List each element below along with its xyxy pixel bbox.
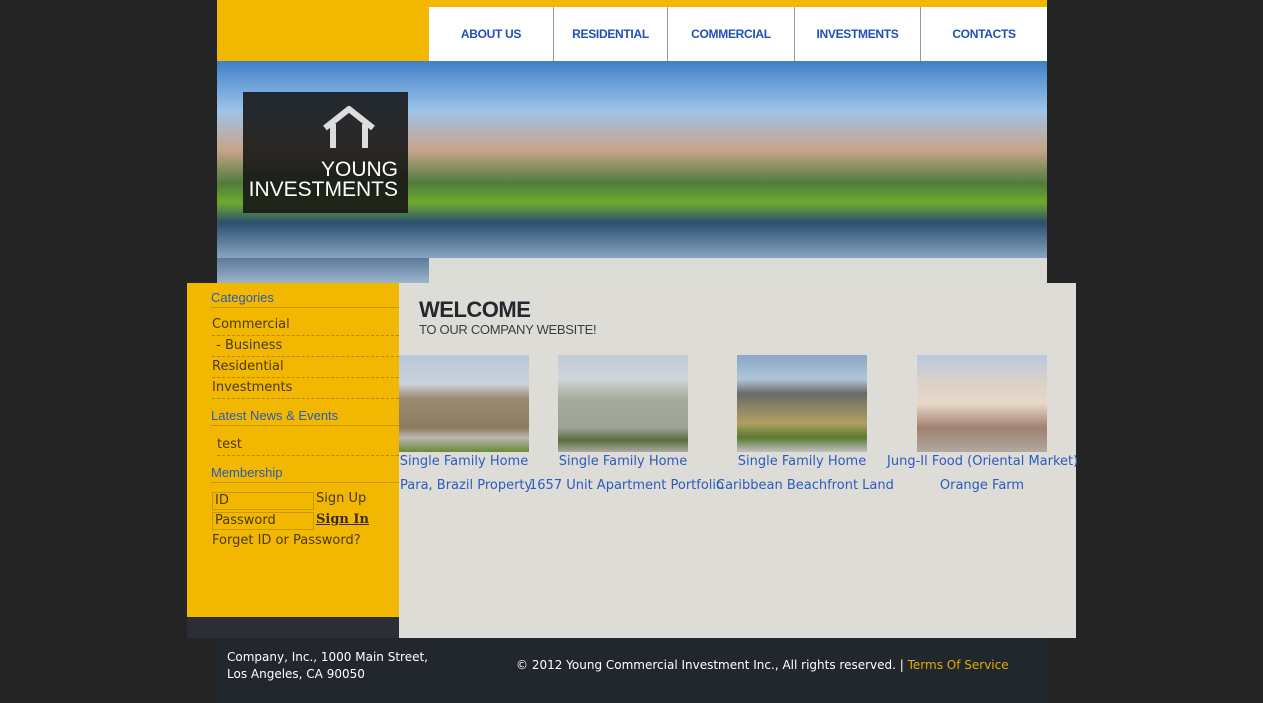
page: ABOUT US RESIDENTIAL COMMERCIAL INVESTME… (0, 0, 1263, 703)
listing-link[interactable]: Caribbean Beachfront Land (716, 478, 894, 493)
password-input[interactable]: Password (212, 512, 314, 530)
sidebar-footer (187, 617, 399, 638)
membership-heading: Membership (211, 465, 399, 483)
id-input[interactable]: ID (212, 492, 314, 510)
listing-photo[interactable] (737, 355, 867, 452)
nav-investments[interactable]: INVESTMENTS (795, 7, 921, 61)
category-residential[interactable]: Residential (212, 357, 399, 378)
nav-about-us[interactable]: ABOUT US (429, 7, 554, 61)
address-line-2: Los Angeles, CA 90050 (227, 667, 365, 681)
sign-in-button[interactable]: Sign In (316, 512, 369, 527)
nav-commercial[interactable]: COMMERCIAL (668, 7, 795, 61)
listing-link[interactable]: Jung-Il Food (Oriental Market) (887, 454, 1078, 469)
listing-link[interactable]: Single Family Home (399, 454, 529, 469)
listing-link[interactable]: Single Family Home (558, 454, 688, 469)
nav-contacts[interactable]: CONTACTS (921, 7, 1047, 61)
listing-photo[interactable] (399, 355, 529, 452)
forgot-password-link[interactable]: Forget ID or Password? (212, 533, 361, 548)
nav-residential[interactable]: RESIDENTIAL (554, 7, 668, 61)
copyright-text: © 2012 Young Commercial Investment Inc.,… (516, 658, 904, 672)
news-heading: Latest News & Events (211, 408, 399, 426)
category-commercial[interactable]: Commercial (212, 315, 399, 336)
listing-link[interactable]: Single Family Home (737, 454, 867, 469)
listing-link[interactable]: 1657 Unit Apartment Portfolio (529, 478, 724, 493)
page-subtitle: TO OUR COMPANY WEBSITE! (419, 322, 597, 337)
main-nav: ABOUT US RESIDENTIAL COMMERCIAL INVESTME… (429, 7, 1047, 61)
sign-up-link[interactable]: Sign Up (316, 491, 366, 506)
listing-link[interactable]: Orange Farm (888, 478, 1076, 493)
copyright: © 2012 Young Commercial Investment Inc.,… (516, 658, 1009, 672)
listing-photo[interactable] (558, 355, 688, 452)
sidebar: Categories Commercial - Business Residen… (187, 283, 399, 617)
terms-link[interactable]: Terms Of Service (908, 658, 1009, 672)
logo[interactable]: YOUNG INVESTMENTS (243, 92, 408, 213)
footer: Company, Inc., 1000 Main Street, Los Ang… (217, 638, 1047, 703)
category-investments[interactable]: Investments (212, 378, 399, 399)
categories-heading: Categories (211, 290, 399, 308)
banner-spacer (429, 258, 1047, 283)
house-icon (323, 106, 375, 148)
page-title: WELCOME (419, 297, 531, 322)
listing-photo[interactable] (917, 355, 1047, 452)
address-line-1: Company, Inc., 1000 Main Street, (227, 650, 428, 664)
listing-link[interactable]: Para, Brazil Property (400, 478, 532, 493)
banner-water (217, 258, 429, 283)
news-item[interactable]: test (217, 435, 399, 456)
logo-line2: INVESTMENTS (248, 178, 398, 201)
category-business[interactable]: - Business (212, 336, 399, 357)
